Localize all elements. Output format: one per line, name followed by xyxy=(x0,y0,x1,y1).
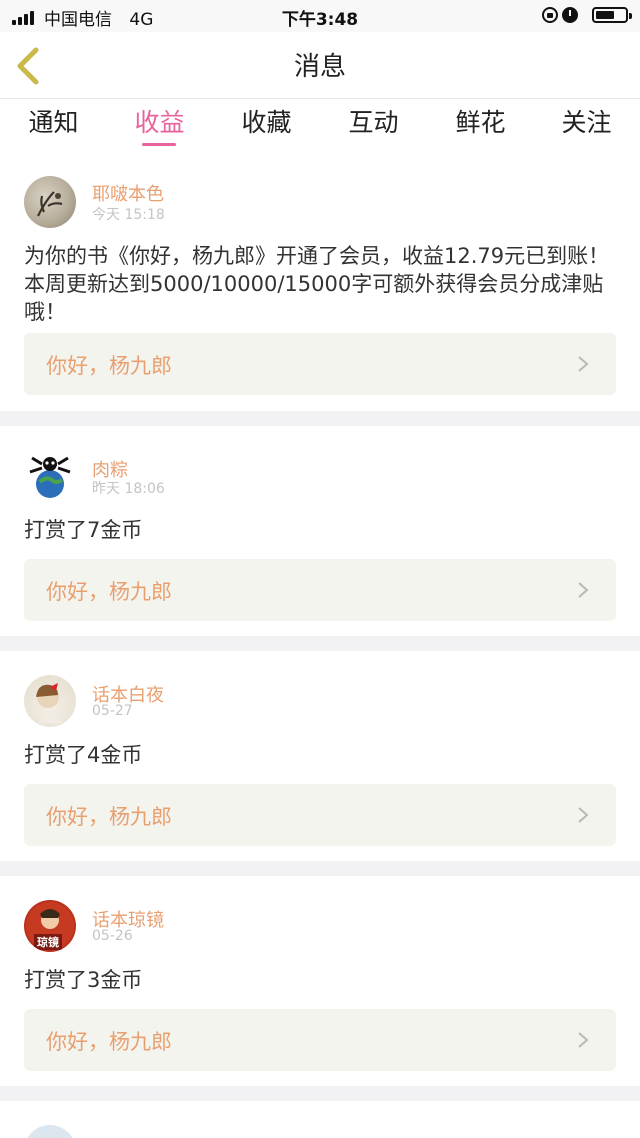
chevron-right-icon xyxy=(578,1032,589,1048)
ink-painting-avatar-icon xyxy=(37,191,63,217)
girl-avatar-icon xyxy=(36,683,62,723)
nav-bar: 消息 xyxy=(0,32,640,99)
tab-favorites[interactable]: 收藏 xyxy=(213,103,320,147)
message-card: 话本白夜 05-27 打赏了4金币 你好，杨九郎 xyxy=(0,651,640,860)
message-text: 打赏了4金币 xyxy=(24,743,143,767)
message-card-partial xyxy=(0,1101,640,1138)
timestamp: 05-26 xyxy=(92,928,133,944)
active-tab-indicator xyxy=(142,143,176,146)
globe-avatar-icon xyxy=(29,456,71,498)
timestamp: 今天 15:18 xyxy=(92,207,165,223)
tab-interactions[interactable]: 互动 xyxy=(320,103,427,147)
card-separator xyxy=(0,636,640,651)
message-text: 打赏了3金币 xyxy=(24,968,143,992)
tab-earnings-label: 收益 xyxy=(134,108,185,137)
card-separator xyxy=(0,411,640,426)
message-card: 琼镜 话本琼镜 05-26 打赏了3金币 你好，杨九郎 xyxy=(0,876,640,1085)
card-separator xyxy=(0,1086,640,1101)
timestamp: 05-27 xyxy=(92,703,133,719)
avatar[interactable]: 琼镜 xyxy=(24,900,76,952)
message-text: 打赏了7金币 xyxy=(24,518,143,542)
tab-notifications[interactable]: 通知 xyxy=(0,103,107,147)
battery-tip xyxy=(629,13,632,19)
avatar[interactable] xyxy=(24,176,76,228)
rotation-lock-icon xyxy=(542,7,558,23)
chevron-right-icon xyxy=(578,807,589,823)
book-title: 你好，杨九郎 xyxy=(46,805,172,829)
chevron-right-icon xyxy=(578,582,589,598)
book-link[interactable]: 你好，杨九郎 xyxy=(24,1009,616,1071)
chevron-right-icon xyxy=(578,356,589,372)
tab-following[interactable]: 关注 xyxy=(533,103,640,147)
tab-flowers[interactable]: 鲜花 xyxy=(427,103,534,147)
username[interactable]: 耶啵本色 xyxy=(92,180,164,206)
book-link[interactable]: 你好，杨九郎 xyxy=(24,559,616,621)
message-card: 肉粽 昨天 18:06 打赏了7金币 你好，杨九郎 xyxy=(0,426,640,635)
card-separator xyxy=(0,861,640,876)
book-link[interactable]: 你好，杨九郎 xyxy=(24,784,616,846)
status-bar: 中国电信 4G 下午3:48 xyxy=(0,0,640,32)
avatar[interactable] xyxy=(24,450,76,502)
status-icons xyxy=(528,6,632,26)
page-title: 消息 xyxy=(293,52,346,82)
battery-icon xyxy=(592,7,632,23)
book-link[interactable]: 你好，杨九郎 xyxy=(24,333,616,395)
message-text: 为你的书《你好，杨九郎》开通了会员，收益12.79元已到账！本周更新达到5000… xyxy=(24,244,610,324)
avatar[interactable] xyxy=(24,675,76,727)
avatar[interactable] xyxy=(24,1125,76,1138)
book-title: 你好，杨九郎 xyxy=(46,580,172,604)
tab-earnings[interactable]: 收益 xyxy=(106,103,213,147)
tab-bar: 通知 收益 收藏 互动 鲜花 关注 xyxy=(0,99,640,151)
book-title: 你好，杨九郎 xyxy=(46,354,172,378)
battery-fill xyxy=(596,11,614,19)
alarm-icon xyxy=(562,7,578,23)
timestamp: 昨天 18:06 xyxy=(92,481,165,497)
book-title: 你好，杨九郎 xyxy=(46,1030,172,1054)
avatar-badge: 琼镜 xyxy=(34,934,62,950)
message-card: 耶啵本色 今天 15:18 为你的书《你好，杨九郎》开通了会员，收益12.79元… xyxy=(0,152,640,410)
